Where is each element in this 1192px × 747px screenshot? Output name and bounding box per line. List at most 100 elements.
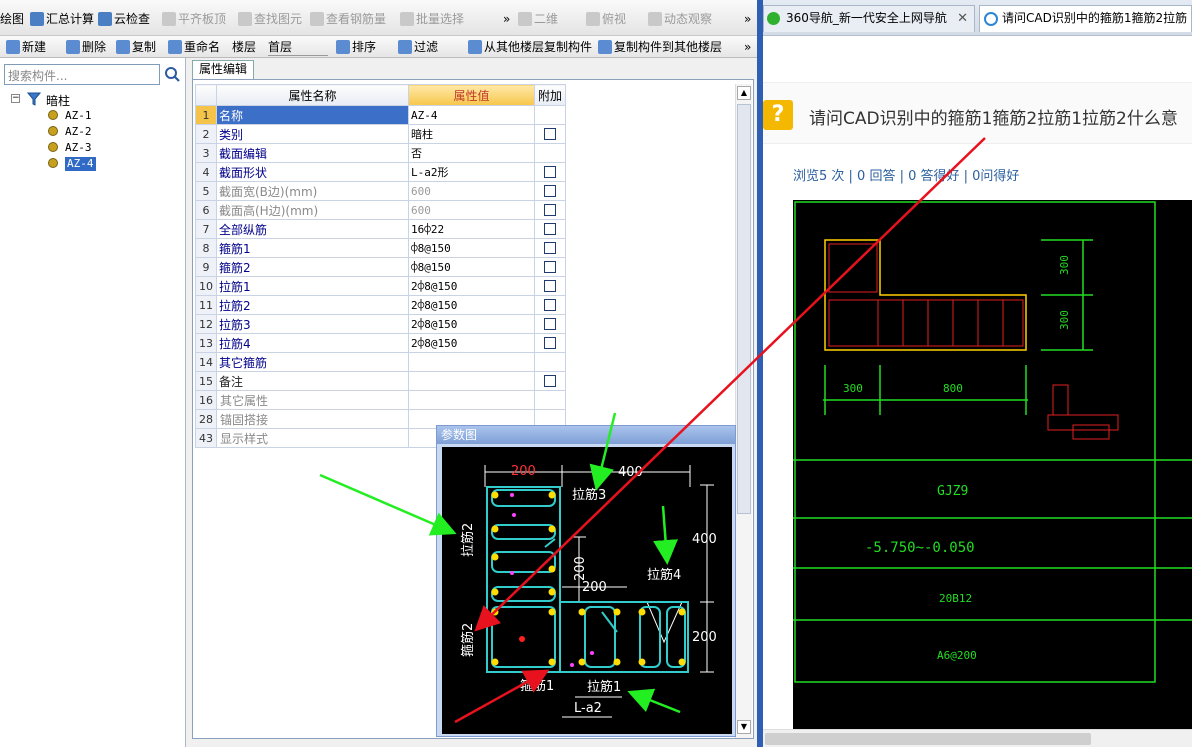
property-value[interactable]: 2⌽8@150 (408, 314, 535, 334)
grid-scrollbar[interactable]: ▲ ▼ (735, 84, 752, 738)
property-value[interactable]: L-a2形 (408, 162, 535, 182)
tree-item-az-1[interactable]: AZ-1 (65, 109, 92, 123)
tree-item-az-4[interactable]: AZ-4 (65, 157, 96, 171)
toolbar2-item-1[interactable]: 删除 (66, 38, 106, 56)
property-value[interactable]: ⌽8@150 (408, 257, 535, 277)
table-row[interactable]: 16+其它属性 (195, 390, 566, 410)
toolbar-orbit-button[interactable]: 动态观察 (648, 10, 712, 28)
toolbar-top-view-button[interactable]: 俯视 (586, 10, 626, 28)
table-row[interactable]: 4 截面形状 L-a2形 (195, 162, 566, 182)
search-button[interactable] (162, 64, 182, 85)
table-row[interactable]: 1 名称 AZ-4 (195, 105, 566, 125)
tree-item-az-2[interactable]: AZ-2 (65, 125, 92, 139)
scroll-thumb[interactable] (737, 104, 751, 514)
toolbar2-overflow[interactable]: » (744, 38, 751, 56)
extra-checkbox[interactable] (544, 337, 556, 349)
table-row[interactable]: 10 拉筋1 2⌽8@150 (195, 276, 566, 296)
property-value[interactable]: 暗柱 (408, 124, 535, 144)
browser-tab-question[interactable]: 请问CAD识别中的箍筋1箍筋2拉筋 (979, 5, 1192, 32)
property-value[interactable] (408, 371, 535, 391)
browser-tab-360[interactable]: 360导航_新一代安全上网导航 ✕ (763, 5, 975, 32)
component-search-input[interactable]: 搜索构件... (4, 64, 160, 85)
toolbar2-item-9[interactable]: 复制构件到其他楼层 (598, 38, 722, 56)
tree-item-az-3[interactable]: AZ-3 (65, 141, 92, 155)
property-value[interactable] (408, 390, 535, 410)
toolbar-overflow[interactable]: » (503, 10, 510, 28)
table-row[interactable]: 8 箍筋1 ⌽8@150 (195, 238, 566, 258)
property-name[interactable]: 截面编辑 (216, 143, 409, 163)
extra-checkbox[interactable] (544, 280, 556, 292)
property-value[interactable]: 16⌽22 (408, 219, 535, 239)
property-name[interactable]: +其它属性 (216, 390, 409, 410)
table-row[interactable]: 13 拉筋4 2⌽8@150 (195, 333, 566, 353)
property-name[interactable]: 截面高(H边)(mm) (216, 200, 409, 220)
extra-checkbox[interactable] (544, 185, 556, 197)
extra-checkbox[interactable] (544, 299, 556, 311)
toolbar-view-rebar-button[interactable]: 查看钢筋量 (310, 10, 386, 28)
toolbar-batch-select-button[interactable]: 批量选择 (400, 10, 464, 28)
extra-checkbox[interactable] (544, 204, 556, 216)
property-name[interactable]: 类别 (216, 124, 409, 144)
scroll-down-icon[interactable]: ▼ (737, 720, 751, 734)
extra-checkbox[interactable] (544, 375, 556, 387)
toolbar2-item-2[interactable]: 复制 (116, 38, 156, 56)
table-row[interactable]: 9 箍筋2 ⌽8@150 (195, 257, 566, 277)
toolbar-align-slab-button[interactable]: 平齐板顶 (162, 10, 226, 28)
toolbar2-item-3[interactable]: 重命名 (168, 38, 220, 56)
extra-checkbox[interactable] (544, 223, 556, 235)
scroll-thumb[interactable] (765, 733, 1091, 745)
horizontal-scrollbar[interactable] (763, 729, 1192, 747)
question-stats[interactable]: 浏览5 次 | 0 回答 | 0 答得好 | 0问得好 (793, 165, 1019, 184)
toolbar-2d-button[interactable]: 二维 (518, 10, 558, 28)
extra-checkbox[interactable] (544, 318, 556, 330)
extra-checkbox[interactable] (544, 128, 556, 140)
property-name[interactable]: 其它箍筋 (216, 352, 409, 372)
property-name[interactable]: +锚固搭接 (216, 409, 409, 429)
toolbar2-item-6[interactable]: 排序 (336, 38, 376, 56)
tab-property-edit[interactable]: 属性编辑 (192, 60, 254, 79)
property-name[interactable]: 拉筋3 (216, 314, 409, 334)
property-name[interactable]: 拉筋4 (216, 333, 409, 353)
toolbar-drawing-button[interactable]: 绘图 (0, 10, 24, 28)
table-row[interactable]: 6 截面高(H边)(mm) 600 (195, 200, 566, 220)
table-row[interactable]: 3 截面编辑 否 (195, 143, 566, 163)
property-value[interactable] (408, 352, 535, 372)
table-row[interactable]: 14 其它箍筋 (195, 352, 566, 372)
close-icon[interactable]: ✕ (957, 6, 968, 31)
property-name[interactable]: 箍筋2 (216, 257, 409, 277)
table-row[interactable]: 11 拉筋2 2⌽8@150 (195, 295, 566, 315)
property-value[interactable]: 2⌽8@150 (408, 295, 535, 315)
toolbar-sigma-button[interactable]: 汇总计算 (30, 10, 94, 28)
toolbar2-item-0[interactable]: 新建 (6, 38, 46, 56)
property-name[interactable]: 截面宽(B边)(mm) (216, 181, 409, 201)
table-row[interactable]: 2 类别 暗柱 (195, 124, 566, 144)
property-name[interactable]: 截面形状 (216, 162, 409, 182)
property-name[interactable]: +显示样式 (216, 428, 409, 448)
toolbar-cloud-check-button[interactable]: 云检查 (98, 10, 150, 28)
property-name[interactable]: 箍筋1 (216, 238, 409, 258)
scroll-up-icon[interactable]: ▲ (737, 86, 751, 100)
extra-checkbox[interactable] (544, 242, 556, 254)
toolbar2-item-7[interactable]: 过滤 (398, 38, 438, 56)
extra-checkbox[interactable] (544, 166, 556, 178)
property-name[interactable]: 拉筋1 (216, 276, 409, 296)
extra-checkbox[interactable] (544, 261, 556, 273)
property-value[interactable]: 600 (408, 200, 535, 220)
toolbar-find-element-button[interactable]: 查找图元 (238, 10, 302, 28)
property-name[interactable]: 备注 (216, 371, 409, 391)
property-value[interactable]: ⌽8@150 (408, 238, 535, 258)
property-value[interactable]: 600 (408, 181, 535, 201)
property-value[interactable]: 2⌽8@150 (408, 333, 535, 353)
toolbar2-item-5[interactable]: 首层 (268, 38, 328, 56)
tree-collapse-icon[interactable]: − (11, 94, 20, 103)
tree-root-label[interactable]: 暗柱 (46, 92, 70, 109)
toolbar2-item-4[interactable]: 楼层 (232, 38, 256, 56)
toolbar2-item-8[interactable]: 从其他楼层复制构件 (468, 38, 592, 56)
table-row[interactable]: 7 全部纵筋 16⌽22 (195, 219, 566, 239)
property-name[interactable]: 拉筋2 (216, 295, 409, 315)
property-value[interactable]: 2⌽8@150 (408, 276, 535, 296)
table-row[interactable]: 5 截面宽(B边)(mm) 600 (195, 181, 566, 201)
property-name[interactable]: 全部纵筋 (216, 219, 409, 239)
table-row[interactable]: 12 拉筋3 2⌽8@150 (195, 314, 566, 334)
toolbar-overflow-right[interactable]: » (744, 10, 751, 28)
